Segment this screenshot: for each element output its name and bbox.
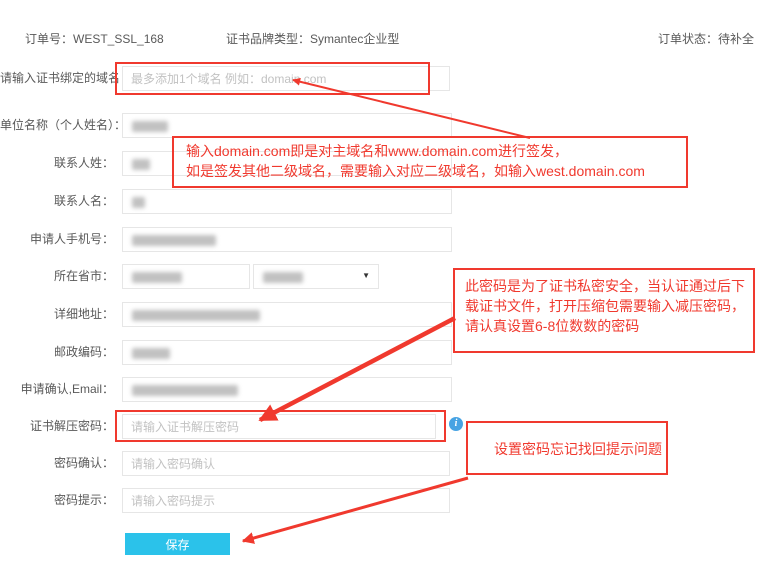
masked-value xyxy=(132,197,145,208)
email-label: 申请确认,Email： xyxy=(0,377,114,402)
first-name-label: 联系人名： xyxy=(0,189,114,214)
mobile-input[interactable] xyxy=(122,227,452,252)
certificate-brand-type: 证书品牌类型：Symantec企业型 xyxy=(226,30,399,47)
org-name-input[interactable] xyxy=(122,113,452,138)
masked-value xyxy=(132,159,150,170)
masked-value xyxy=(132,385,238,396)
field-row-email: 申请确认,Email： xyxy=(0,377,768,402)
domain-annotation-box: 输入domain.com即是对主域名和www.domain.com进行签发， 如… xyxy=(172,136,688,188)
address-label: 详细地址： xyxy=(0,302,114,327)
zipcode-input[interactable] xyxy=(122,340,452,365)
password-confirm-input[interactable] xyxy=(122,451,450,476)
masked-value xyxy=(132,272,182,283)
password-annotation-box: 此密码是为了证书私密安全，当认证通过后下 载证书文件，打开压缩包需要输入减压密码… xyxy=(453,268,755,353)
password-hint-label: 密码提示： xyxy=(0,488,114,513)
domain-input[interactable] xyxy=(122,66,450,91)
arrow-to-unzip-password-input xyxy=(260,318,455,420)
field-row-domain: 请输入证书绑定的域名： xyxy=(0,66,768,91)
password-confirm-label: 密码确认： xyxy=(0,451,114,476)
masked-value xyxy=(132,121,168,132)
password-hint-input[interactable] xyxy=(122,488,450,513)
field-row-first-name: 联系人名： xyxy=(0,189,768,214)
org-name-label: 单位名称（个人姓名）： xyxy=(0,113,114,138)
first-name-input[interactable] xyxy=(122,189,452,214)
field-row-org-name: 单位名称（个人姓名）： xyxy=(0,113,768,138)
hint-annotation-box: 设置密码忘记找回提示问题 xyxy=(466,421,668,475)
email-input[interactable] xyxy=(122,377,452,402)
domain-label: 请输入证书绑定的域名： xyxy=(0,66,114,91)
last-name-label: 联系人姓： xyxy=(0,151,114,176)
mobile-label: 申请人手机号： xyxy=(0,227,114,252)
field-row-password-hint: 密码提示： xyxy=(0,488,768,513)
masked-value xyxy=(132,310,260,321)
order-status: 订单状态：待补全 xyxy=(658,30,754,47)
info-icon[interactable]: i xyxy=(449,417,463,431)
province-select[interactable] xyxy=(122,264,250,289)
masked-value xyxy=(263,272,303,283)
region-label: 所在省市： xyxy=(0,264,114,289)
unzip-password-label: 证书解压密码： xyxy=(0,414,114,439)
masked-value xyxy=(132,235,216,246)
city-select[interactable]: ▼ xyxy=(253,264,379,289)
save-button[interactable]: 保存 xyxy=(125,533,230,555)
address-input[interactable] xyxy=(122,302,452,327)
zipcode-label: 邮政编码： xyxy=(0,340,114,365)
field-row-mobile: 申请人手机号： xyxy=(0,227,768,252)
unzip-password-input[interactable] xyxy=(122,414,436,439)
chevron-down-icon: ▼ xyxy=(362,272,370,280)
ssl-order-form-page: 订单号：WEST_SSL_168 证书品牌类型：Symantec企业型 订单状态… xyxy=(0,0,768,583)
order-number: 订单号：WEST_SSL_168 xyxy=(25,30,164,47)
masked-value xyxy=(132,348,170,359)
